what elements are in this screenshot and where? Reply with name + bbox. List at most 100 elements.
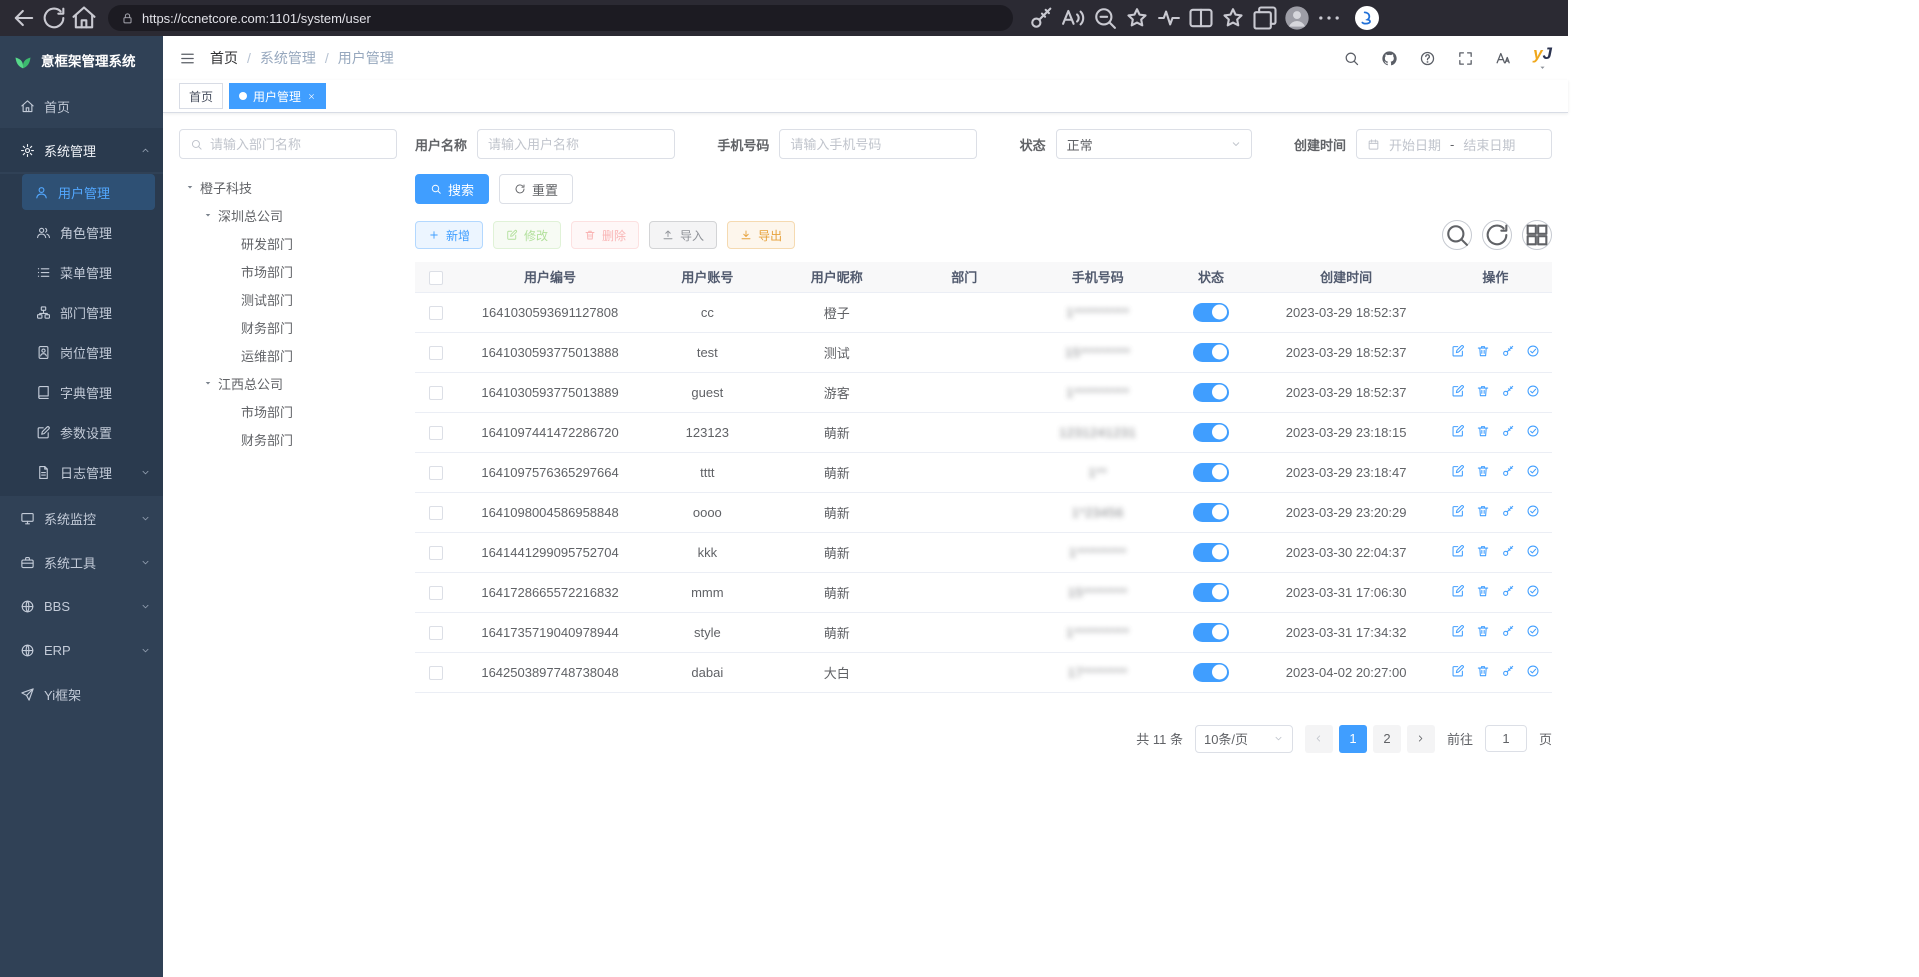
assign-role-button[interactable] <box>1526 544 1540 558</box>
row-checkbox[interactable] <box>429 546 443 560</box>
tree-node[interactable]: 财务部门 <box>179 313 397 341</box>
row-checkbox[interactable] <box>429 386 443 400</box>
copilot-icon[interactable] <box>1355 6 1379 30</box>
reset-password-button[interactable] <box>1501 504 1515 518</box>
status-select[interactable]: 正常 <box>1056 129 1252 159</box>
font-size-icon[interactable] <box>1495 50 1512 67</box>
tree-node[interactable]: 测试部门 <box>179 285 397 313</box>
status-toggle[interactable] <box>1193 463 1229 482</box>
assign-role-button[interactable] <box>1526 664 1540 678</box>
sidebar-item-dept[interactable]: 部门管理 <box>0 292 163 332</box>
refresh-table-button[interactable] <box>1482 220 1512 250</box>
tab-home[interactable]: 首页 <box>179 83 223 109</box>
status-toggle[interactable] <box>1193 343 1229 362</box>
header-search-icon[interactable] <box>1343 50 1360 67</box>
row-checkbox[interactable] <box>429 426 443 440</box>
close-icon[interactable] <box>307 92 316 101</box>
goto-page-input[interactable] <box>1485 725 1527 752</box>
page-size-select[interactable]: 10条/页 <box>1195 725 1293 753</box>
delete-row-button[interactable] <box>1476 464 1490 478</box>
assign-role-button[interactable] <box>1526 504 1540 518</box>
delete-row-button[interactable] <box>1476 544 1490 558</box>
status-toggle[interactable] <box>1193 303 1229 322</box>
edit-button[interactable]: 修改 <box>493 221 561 249</box>
row-checkbox[interactable] <box>429 626 443 640</box>
sidebar-item-monitor[interactable]: 系统监控 <box>0 496 163 540</box>
profile-avatar[interactable] <box>1283 4 1311 32</box>
zoom-out-icon[interactable] <box>1091 4 1119 32</box>
search-button[interactable]: 搜索 <box>415 174 489 204</box>
edit-row-button[interactable] <box>1451 464 1465 478</box>
delete-row-button[interactable] <box>1476 384 1490 398</box>
edit-row-button[interactable] <box>1451 544 1465 558</box>
tab-user[interactable]: 用户管理 <box>229 83 326 109</box>
reset-password-button[interactable] <box>1501 384 1515 398</box>
status-toggle[interactable] <box>1193 583 1229 602</box>
reset-password-button[interactable] <box>1501 624 1515 638</box>
edit-row-button[interactable] <box>1451 344 1465 358</box>
tree-caret-icon[interactable] <box>203 378 213 388</box>
import-button[interactable]: 导入 <box>649 221 717 249</box>
reset-password-button[interactable] <box>1501 464 1515 478</box>
column-settings-button[interactable] <box>1522 220 1552 250</box>
read-aloud-icon[interactable] <box>1059 4 1087 32</box>
tree-caret-icon[interactable] <box>203 210 213 220</box>
page-button-2[interactable]: 2 <box>1373 725 1401 753</box>
edit-row-button[interactable] <box>1451 504 1465 518</box>
status-toggle[interactable] <box>1193 423 1229 442</box>
sidebar-item-log[interactable]: 日志管理 <box>0 452 163 492</box>
status-toggle[interactable] <box>1193 503 1229 522</box>
page-button-1[interactable]: 1 <box>1339 725 1367 753</box>
sidebar-item-post[interactable]: 岗位管理 <box>0 332 163 372</box>
assign-role-button[interactable] <box>1526 344 1540 358</box>
edit-row-button[interactable] <box>1451 584 1465 598</box>
row-checkbox[interactable] <box>429 466 443 480</box>
sidebar-item-user[interactable]: 用户管理 <box>22 174 155 210</box>
reset-password-button[interactable] <box>1501 344 1515 358</box>
status-toggle[interactable] <box>1193 663 1229 682</box>
row-checkbox[interactable] <box>429 346 443 360</box>
row-checkbox[interactable] <box>429 666 443 680</box>
phone-input[interactable] <box>779 129 977 159</box>
address-bar[interactable]: https://ccnetcore.com:1101/system/user <box>108 5 1013 31</box>
tree-node[interactable]: 橙子科技 <box>179 173 397 201</box>
browser-home-button[interactable] <box>70 4 98 32</box>
status-toggle[interactable] <box>1193 543 1229 562</box>
browser-refresh-button[interactable] <box>40 4 68 32</box>
collections-icon[interactable] <box>1251 4 1279 32</box>
collapse-sidebar-button[interactable] <box>179 50 196 67</box>
sidebar-item-bbs[interactable]: BBS <box>0 584 163 628</box>
reset-password-button[interactable] <box>1501 584 1515 598</box>
delete-row-button[interactable] <box>1476 624 1490 638</box>
docs-help-icon[interactable] <box>1419 50 1436 67</box>
browser-menu-icon[interactable] <box>1315 4 1343 32</box>
tree-node[interactable]: 市场部门 <box>179 397 397 425</box>
breadcrumb-item[interactable]: 首页 <box>210 48 238 68</box>
add-button[interactable]: 新增 <box>415 221 483 249</box>
edit-row-button[interactable] <box>1451 424 1465 438</box>
sidebar-item-system[interactable]: 系统管理 <box>0 128 163 172</box>
password-key-icon[interactable] <box>1027 4 1055 32</box>
add-favorite-icon[interactable] <box>1123 4 1151 32</box>
edit-row-button[interactable] <box>1451 624 1465 638</box>
status-toggle[interactable] <box>1193 623 1229 642</box>
edit-row-button[interactable] <box>1451 664 1465 678</box>
delete-row-button[interactable] <box>1476 424 1490 438</box>
browser-back-button[interactable] <box>10 4 38 32</box>
sidebar-item-tools[interactable]: 系统工具 <box>0 540 163 584</box>
sidebar-item-erp[interactable]: ERP <box>0 628 163 672</box>
reset-password-button[interactable] <box>1501 544 1515 558</box>
edit-row-button[interactable] <box>1451 384 1465 398</box>
next-page-button[interactable] <box>1407 725 1435 753</box>
user-avatar-menu[interactable]: yJ <box>1533 45 1552 72</box>
github-icon[interactable] <box>1381 50 1398 67</box>
assign-role-button[interactable] <box>1526 424 1540 438</box>
tree-node[interactable]: 研发部门 <box>179 229 397 257</box>
assign-role-button[interactable] <box>1526 384 1540 398</box>
fullscreen-icon[interactable] <box>1457 50 1474 67</box>
delete-row-button[interactable] <box>1476 344 1490 358</box>
delete-button[interactable]: 删除 <box>571 221 639 249</box>
tree-caret-icon[interactable] <box>185 182 195 192</box>
tree-node[interactable]: 江西总公司 <box>179 369 397 397</box>
sidebar-item-home[interactable]: 首页 <box>0 84 163 128</box>
